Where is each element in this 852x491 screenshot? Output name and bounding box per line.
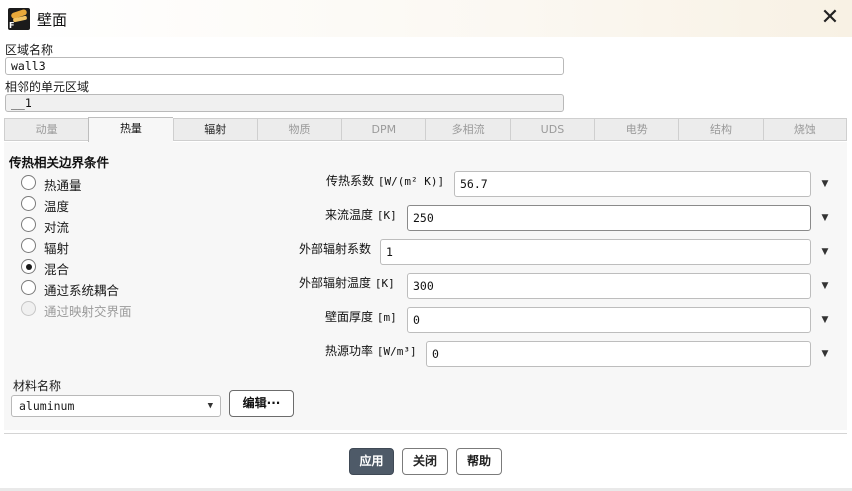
material-label: 材料名称 — [13, 379, 62, 393]
radio-label-mapped-interface: 通过映射交界面 — [44, 304, 132, 319]
radio-label-convection: 对流 — [44, 220, 70, 235]
heat-source-input[interactable]: 0 — [426, 341, 811, 367]
htc-input[interactable]: 56.7 — [454, 171, 811, 197]
param-unit-heat-source: [W/m³] — [376, 345, 417, 358]
param-name-wall-thickness: 壁面厚度 — [325, 310, 374, 324]
param-label-heat-source: 热源功率 [W/m³] — [325, 342, 417, 359]
radio-radiation[interactable] — [21, 238, 36, 253]
radio-label-heat-flux: 热通量 — [44, 178, 82, 193]
radio-heat-flux[interactable] — [21, 175, 36, 190]
heat-source-dropdown-icon[interactable]: ▼ — [818, 348, 832, 360]
title-bar: F 壁面 ✕ — [0, 0, 852, 37]
material-value: aluminum — [19, 399, 75, 413]
tab-species[interactable]: 物质 — [256, 118, 342, 141]
freestream-temp-input[interactable]: 250 — [407, 205, 811, 231]
param-unit-freestream-temp: [K] — [376, 209, 397, 222]
param-name-heat-source: 热源功率 — [325, 344, 374, 358]
ext-rad-temp-input[interactable]: 300 — [407, 273, 811, 299]
apply-button[interactable]: 应用 — [349, 448, 394, 475]
param-name-htc: 传热系数 — [326, 174, 375, 188]
param-label-htc: 传热系数 [W/(m² K)] — [326, 172, 444, 189]
tab-multiphase[interactable]: 多相流 — [425, 118, 510, 141]
radio-label-system-coupling: 通过系统耦合 — [44, 283, 120, 298]
tab-thermal[interactable]: 热量 — [88, 117, 173, 142]
wall-thickness-input[interactable]: 0 — [407, 307, 811, 333]
param-name-ext-emissivity: 外部辐射系数 — [299, 242, 372, 256]
param-name-ext-rad-temp: 外部辐射温度 — [299, 276, 372, 290]
radio-system-coupling[interactable] — [21, 280, 36, 295]
ext-rad-temp-dropdown-icon[interactable]: ▼ — [818, 280, 832, 292]
tab-structure[interactable]: 结构 — [678, 118, 763, 141]
edit-material-button[interactable]: 编辑··· — [229, 390, 294, 417]
chevron-down-icon: ▼ — [207, 401, 213, 411]
radio-label-temperature: 温度 — [44, 199, 70, 214]
htc-dropdown-icon[interactable]: ▼ — [818, 178, 832, 190]
tab-uds[interactable]: UDS — [509, 118, 595, 141]
radio-label-radiation: 辐射 — [44, 241, 70, 256]
param-unit-wall-thickness: [m] — [376, 311, 397, 324]
param-label-wall-thickness: 壁面厚度 [m] — [325, 308, 397, 325]
radio-mapped-interface — [21, 301, 36, 316]
zone-name-input[interactable]: wall3 — [5, 57, 564, 75]
zone-name-label: 区域名称 — [5, 43, 54, 57]
radio-mixed[interactable] — [21, 259, 36, 274]
param-label-ext-emissivity: 外部辐射系数 — [299, 240, 371, 257]
param-name-freestream-temp: 来流温度 — [325, 208, 374, 222]
adjacent-zone-field: __1 — [5, 94, 564, 112]
param-label-ext-rad-temp: 外部辐射温度 [K] — [299, 274, 395, 291]
tab-bar: 动量 热量 辐射 物质 DPM 多相流 UDS 电势 结构 烧蚀 — [4, 117, 847, 142]
radio-convection[interactable] — [21, 217, 36, 232]
radio-label-mixed: 混合 — [44, 262, 70, 277]
divider — [4, 433, 847, 434]
tab-ablation[interactable]: 烧蚀 — [762, 118, 847, 141]
freestream-temp-dropdown-icon[interactable]: ▼ — [818, 212, 832, 224]
tab-potential[interactable]: 电势 — [594, 118, 679, 141]
ext-emissivity-dropdown-icon[interactable]: ▼ — [818, 246, 832, 258]
thermal-section-title: 传热相关边界条件 — [9, 155, 110, 170]
window-title: 壁面 — [37, 11, 68, 29]
wall-thickness-dropdown-icon[interactable]: ▼ — [818, 314, 832, 326]
ext-emissivity-input[interactable]: 1 — [380, 239, 811, 265]
param-label-freestream-temp: 来流温度 [K] — [325, 206, 397, 223]
param-unit-htc: [W/(m² K)] — [377, 175, 445, 188]
tab-radiation[interactable]: 辐射 — [172, 118, 257, 141]
param-unit-ext-rad-temp: [K] — [374, 277, 395, 290]
radio-temperature[interactable] — [21, 196, 36, 211]
adjacent-zone-label: 相邻的单元区域 — [5, 80, 90, 94]
close-button[interactable]: 关闭 — [402, 448, 448, 475]
tab-dpm[interactable]: DPM — [341, 118, 426, 141]
tab-momentum[interactable]: 动量 — [4, 118, 89, 141]
help-button[interactable]: 帮助 — [456, 448, 502, 475]
fluent-app-icon: F — [8, 8, 30, 30]
close-icon[interactable]: ✕ — [816, 6, 844, 32]
material-select[interactable]: aluminum ▼ — [11, 395, 221, 417]
